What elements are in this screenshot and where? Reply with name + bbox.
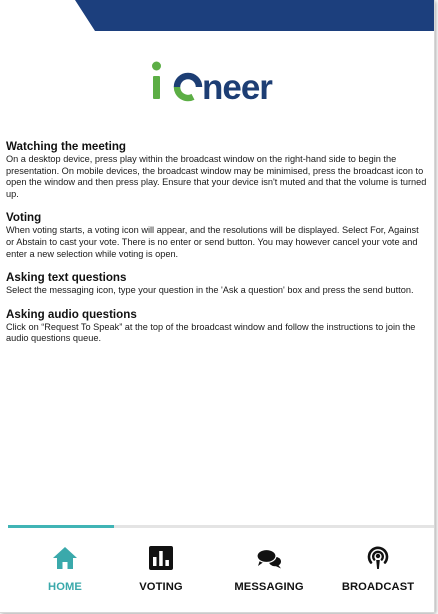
- section-heading: Asking text questions: [6, 271, 127, 285]
- tab-label: HOME: [48, 581, 82, 593]
- app-window: neer ioneer Watching the meeting On a de…: [0, 0, 435, 613]
- podcast-icon: [367, 546, 389, 569]
- tab-broadcast[interactable]: BROADCAST: [328, 545, 428, 605]
- section-voting: Voting When voting starts, a voting icon…: [6, 211, 428, 260]
- tab-label: VOTING: [139, 581, 183, 593]
- ioneer-logo: neer ioneer: [0, 54, 434, 106]
- tab-label: BROADCAST: [341, 581, 415, 593]
- svg-text:neer: neer: [202, 68, 273, 106]
- tab-voting[interactable]: VOTING: [111, 545, 211, 605]
- section-audio-questions: Asking audio questions Click on “Request…: [6, 308, 428, 345]
- logo-wordmark: neer: [152, 61, 274, 106]
- tab-home[interactable]: HOME: [15, 545, 115, 605]
- bottom-tab-bar: HOME VOTING MESSAGING BROADCAST: [0, 525, 434, 612]
- active-tab-indicator: [8, 525, 114, 528]
- section-heading: Watching the meeting: [6, 140, 127, 153]
- section-body: Click on “Request To Speak” at the top o…: [6, 321, 416, 344]
- section-body: On a desktop device, press play within t…: [6, 154, 427, 199]
- section-heading: Voting: [6, 211, 42, 225]
- tab-messaging[interactable]: MESSAGING: [219, 545, 319, 605]
- section-body: When voting starts, a voting icon will a…: [6, 225, 419, 259]
- section-text-questions: Asking text questions Select the messagi…: [6, 271, 428, 297]
- tab-label: MESSAGING: [234, 581, 304, 593]
- header-banner: [0, 0, 434, 31]
- home-icon: [53, 547, 77, 569]
- section-body: Select the messaging icon, type your que…: [6, 285, 414, 296]
- section-watching: Watching the meeting On a desktop device…: [6, 140, 428, 200]
- instructions-panel: Watching the meeting On a desktop device…: [6, 140, 428, 356]
- bar-chart-icon: [149, 546, 173, 570]
- section-heading: Asking audio questions: [6, 307, 137, 321]
- chat-bubbles-icon: [256, 548, 281, 569]
